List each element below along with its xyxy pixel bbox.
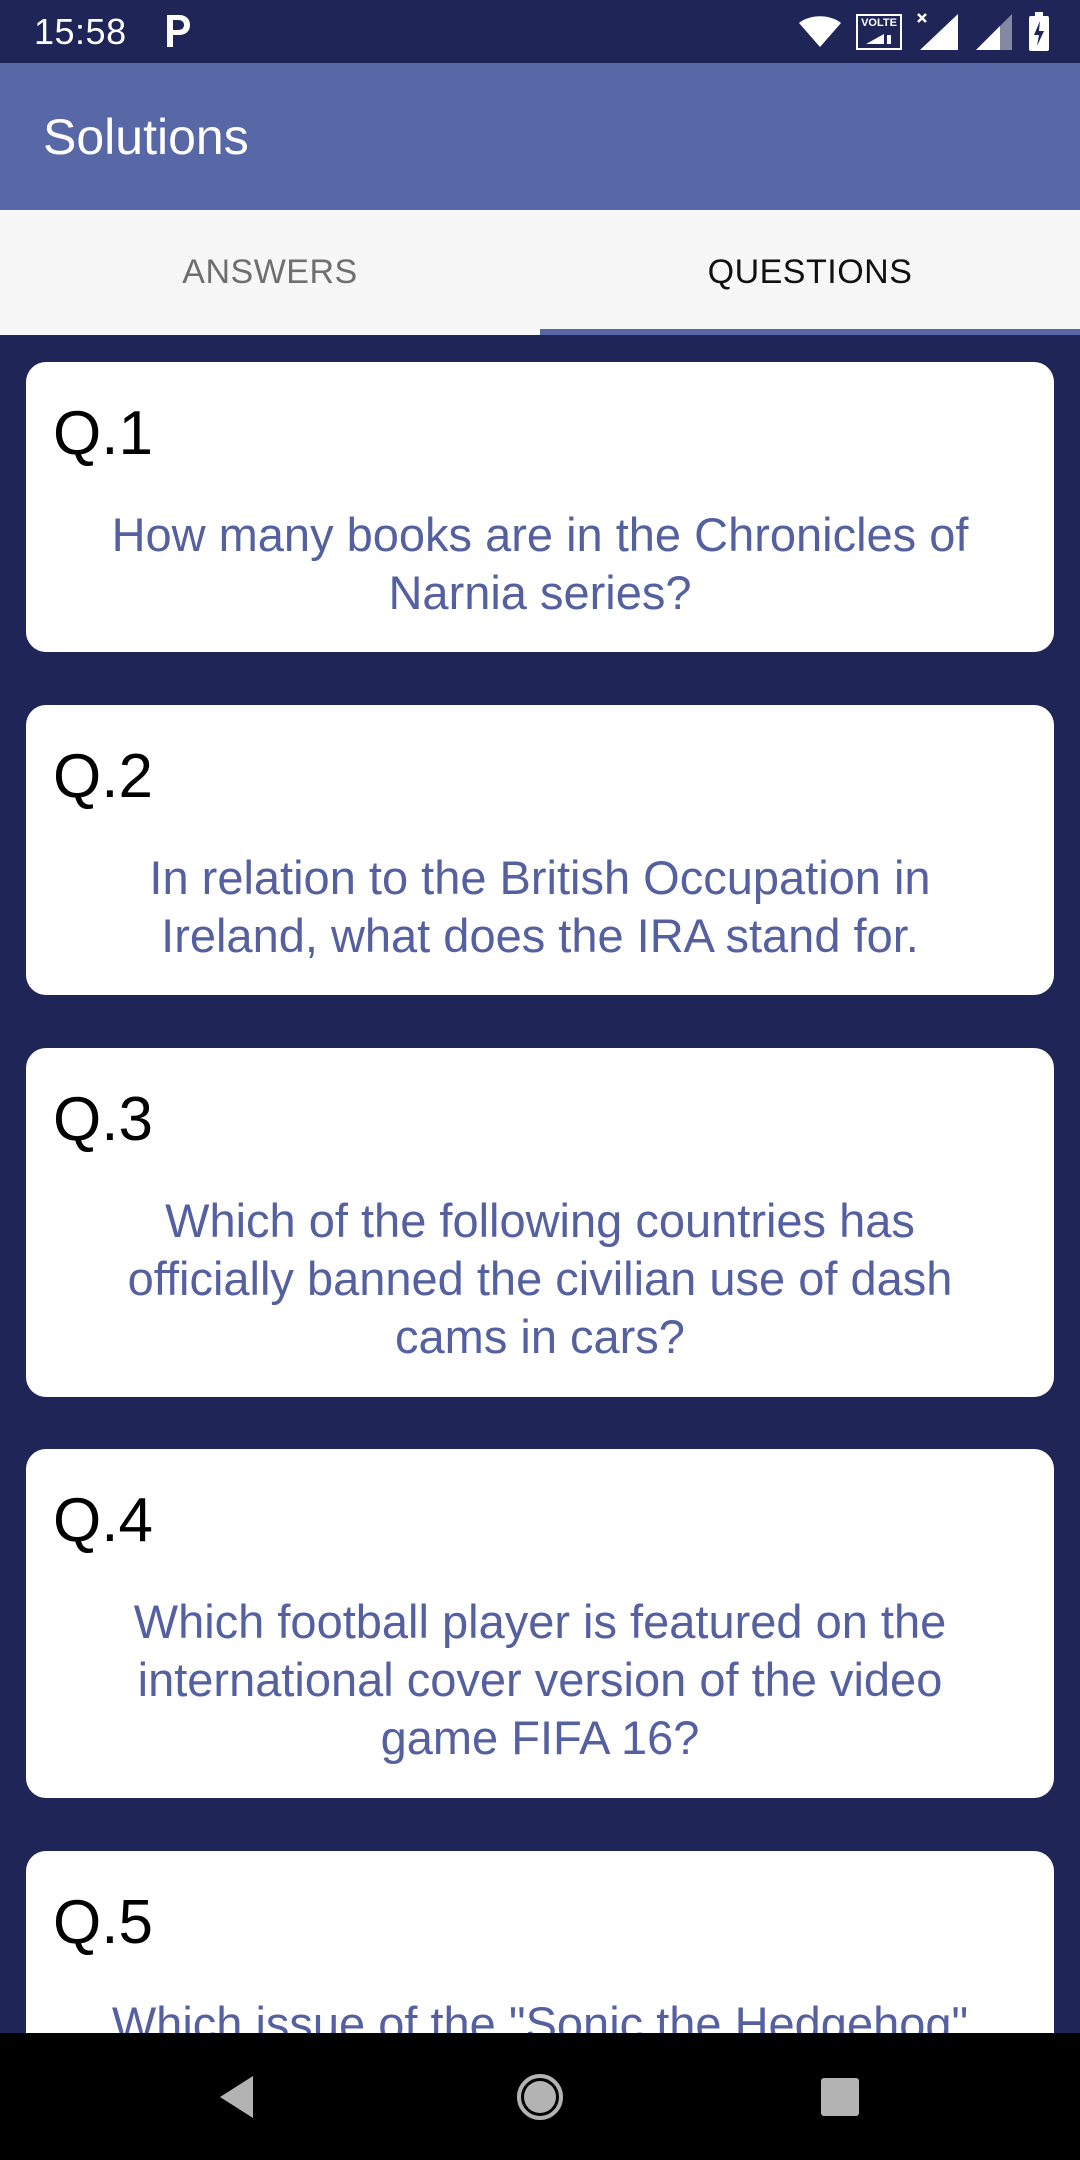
question-number: Q.5 [53,1888,153,1957]
question-text: How many books are in the Chronicles of … [111,508,969,619]
parking-icon [167,15,190,47]
question-number: Q.3 [53,1085,153,1154]
question-number: Q.2 [53,742,153,811]
volte-label: VOLTE [861,17,897,29]
home-button[interactable] [490,2033,590,2160]
signal-no-service-icon [917,13,958,50]
question-number: Q.4 [53,1486,153,1555]
home-icon [517,2073,563,2120]
tab-bar: ANSWERS QUESTIONS [0,210,1080,335]
status-icons: VOLTE [798,10,1050,54]
question-text: Which of the following countries has off… [127,1194,953,1363]
back-icon [220,2075,253,2118]
question-card[interactable]: Q.5 Which issue of the "Sonic the Hedgeh… [26,1851,1054,2033]
tab-answers[interactable]: ANSWERS [0,210,540,335]
status-bar: 15:58 VOLTE [0,0,1080,63]
recents-icon [821,2077,859,2116]
question-text: Which issue of the "Sonic the Hedgehog" [111,1997,969,2033]
question-card[interactable]: Q.1 How many books are in the Chronicles… [26,362,1054,652]
question-text: Which football player is featured on the… [133,1595,947,1764]
recents-button[interactable] [790,2033,890,2160]
battery-charging-icon [1029,12,1049,51]
wifi-icon [799,16,841,47]
page-title: Solutions [43,109,249,165]
volte-signal-glyph [866,34,891,44]
navigation-bar [0,2033,1080,2160]
volte-icon: VOLTE [856,14,902,50]
status-time: 15:58 [34,11,127,52]
question-list[interactable]: Q.1 How many books are in the Chronicles… [0,335,1080,2033]
question-card[interactable]: Q.4 Which football player is featured on… [26,1449,1054,1798]
question-text: In relation to the British Occupation in… [149,851,931,962]
question-number: Q.1 [53,399,153,468]
question-card[interactable]: Q.2 In relation to the British Occupatio… [26,705,1054,995]
signal-icon [976,14,1012,50]
tab-questions[interactable]: QUESTIONS [540,210,1080,335]
app-bar: Solutions [0,63,1080,210]
back-button[interactable] [187,2033,287,2160]
question-card[interactable]: Q.3 Which of the following countries has… [26,1048,1054,1397]
